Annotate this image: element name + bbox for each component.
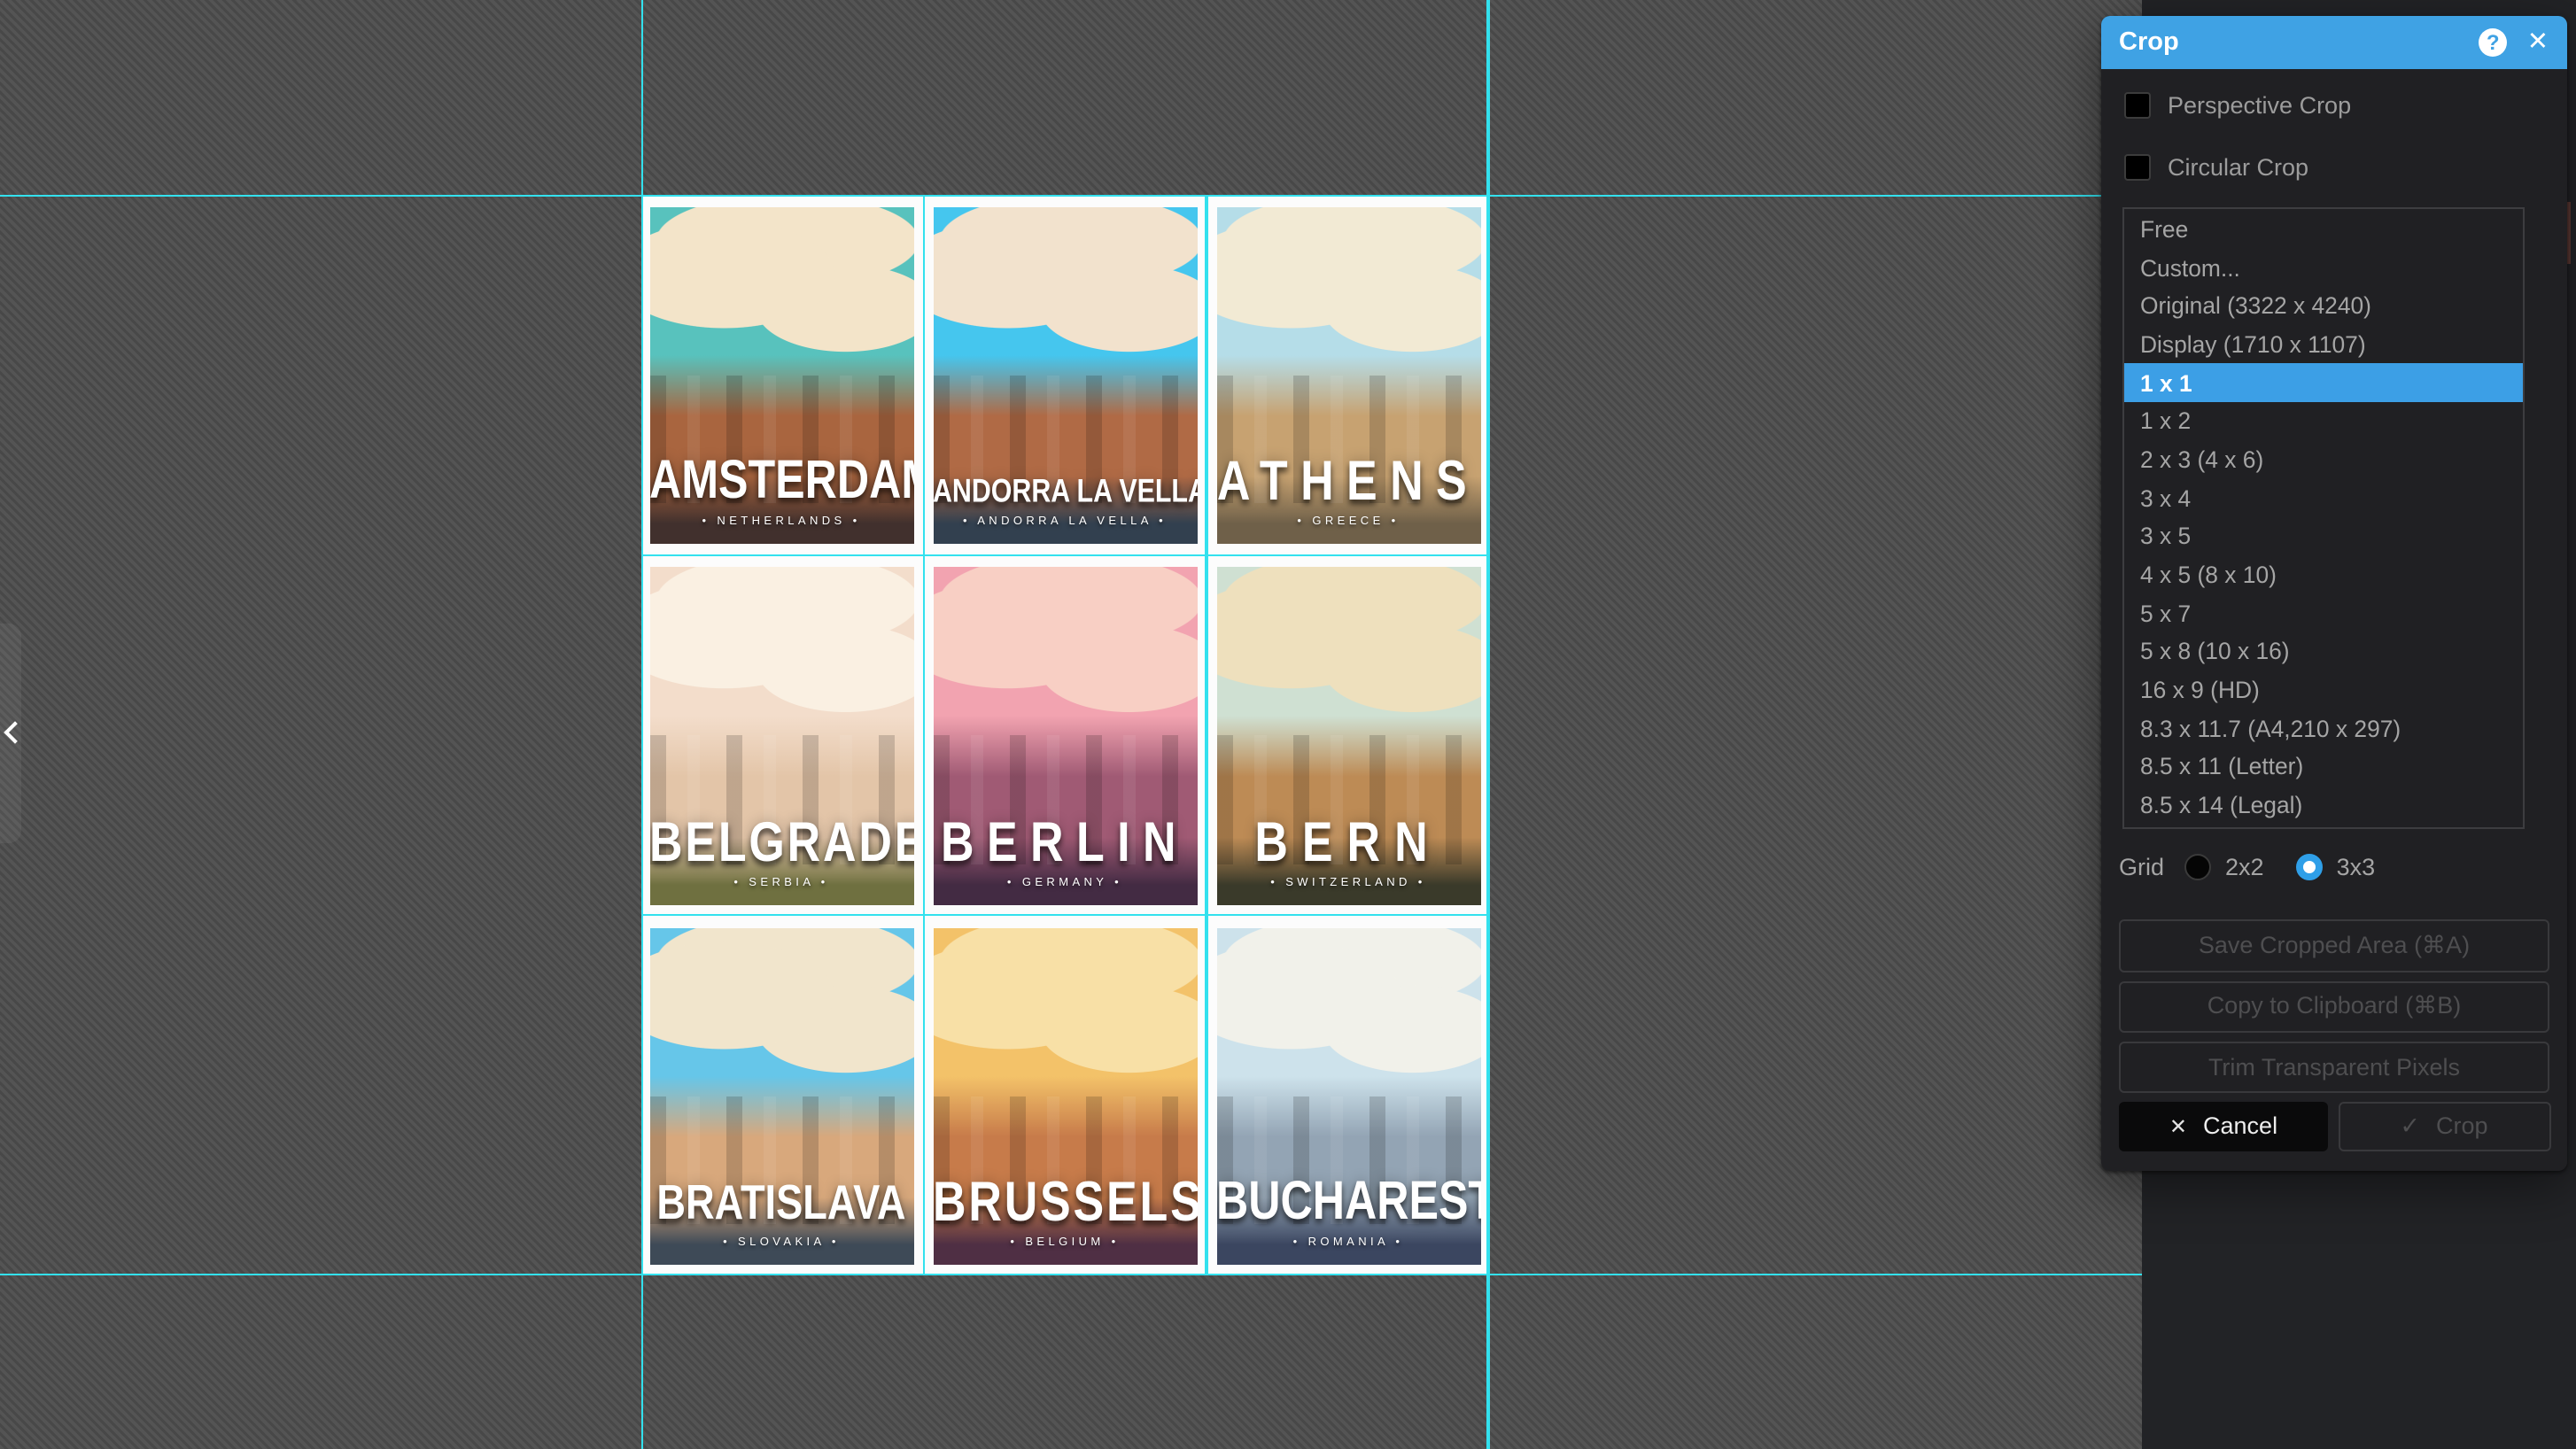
close-icon: ✕ (2527, 27, 2549, 56)
poster-label: ATHENS • GREECE • (1216, 462, 1480, 528)
ratio-item-a4[interactable]: 8.3 x 11.7 (A4,210 x 297) (2124, 709, 2523, 748)
ratio-item-3x4[interactable]: 3 x 4 (2124, 479, 2523, 517)
checkbox-unchecked-icon[interactable] (2124, 155, 2150, 181)
grid-2x2-label[interactable]: 2x2 (2225, 853, 2264, 879)
scroll-indicator (2568, 201, 2571, 263)
thirds-guide-horizontal-2 (642, 914, 1488, 917)
trim-transparent-pixels-button[interactable]: Trim Transparent Pixels (2119, 1041, 2549, 1093)
panel-title: Crop (2119, 28, 2179, 57)
poster-city-title: AMSTERDAM (649, 454, 913, 508)
ratio-item-16x9[interactable]: 16 x 9 (HD) (2124, 671, 2523, 709)
circular-crop-label: Circular Crop (2168, 154, 2308, 181)
poster-label: ANDORRA LA VELLA • ANDORRA LA VELLA • (933, 482, 1197, 528)
thirds-guide-vertical-1 (923, 196, 926, 1275)
aspect-ratio-list: Free Custom... Original (3322 x 4240) Di… (2122, 206, 2525, 828)
save-cropped-area-button[interactable]: Save Cropped Area (⌘A) (2119, 919, 2549, 972)
ratio-item-4x5[interactable]: 4 x 5 (8 x 10) (2124, 555, 2523, 593)
ratio-item-legal[interactable]: 8.5 x 14 (Legal) (2124, 786, 2523, 825)
thirds-guide-vertical-2 (1206, 196, 1208, 1275)
crop-button-label: Crop (2436, 1113, 2488, 1140)
crop-edge-guide-bottom[interactable] (0, 1273, 2141, 1275)
poster-country: • SLOVAKIA • (649, 1236, 913, 1249)
ratio-item-original[interactable]: Original (3322 x 4240) (2124, 287, 2523, 325)
copy-to-clipboard-button[interactable]: Copy to Clipboard (⌘B) (2119, 980, 2549, 1033)
crop-region[interactable]: AMSTERDAM • NETHERLANDS • ANDORRA LA VEL… (642, 196, 1488, 1275)
ratio-item-3x5[interactable]: 3 x 5 (2124, 517, 2523, 555)
perspective-crop-checkbox-row[interactable]: Perspective Crop (2124, 92, 2351, 119)
poster-city-title: BRATISLAVA (649, 1181, 913, 1229)
poster-city-title: BERLIN (933, 813, 1197, 869)
ratio-item-display[interactable]: Display (1710 x 1107) (2124, 325, 2523, 363)
crop-edge-guide-right[interactable] (1487, 0, 1490, 1449)
poster-city-title: ATHENS (1216, 453, 1480, 508)
poster-label: BRUSSELS • BELGIUM • (933, 1183, 1197, 1249)
poster-country: • ANDORRA LA VELLA • (933, 515, 1197, 528)
poster-label: BERN • SWITZERLAND • (1216, 823, 1480, 888)
ratio-item-2x3[interactable]: 2 x 3 (4 x 6) (2124, 440, 2523, 478)
ratio-item-1x2[interactable]: 1 x 2 (2124, 402, 2523, 440)
grid-3x3-label[interactable]: 3x3 (2337, 853, 2376, 879)
screenshot-viewport: AMSTERDAM • NETHERLANDS • ANDORRA LA VEL… (0, 0, 2576, 1449)
crop-panel: Crop ? ✕ Perspective Crop Circular Crop … (2101, 16, 2566, 1171)
ratio-item-5x7[interactable]: 5 x 7 (2124, 594, 2523, 632)
poster-tile-berlin: BERLIN • GERMANY • (933, 567, 1197, 904)
poster-tile-brussels: BRUSSELS • BELGIUM • (933, 927, 1197, 1265)
poster-label: BELGRADE • SERBIA • (649, 823, 913, 888)
crop-button[interactable]: ✓ Crop (2338, 1101, 2550, 1151)
close-panel-button[interactable]: ✕ (2527, 29, 2549, 55)
grid-label: Grid (2119, 853, 2184, 879)
poster-country: • NETHERLANDS • (649, 515, 913, 528)
poster-city-title: BUCHAREST (1216, 1175, 1480, 1229)
poster-city-title: BELGRADE (649, 813, 913, 869)
poster-label: AMSTERDAM • NETHERLANDS • (649, 464, 913, 528)
thirds-guide-horizontal-1 (642, 554, 1488, 557)
poster-country: • GREECE • (1216, 515, 1480, 528)
poster-label: BERLIN • GERMANY • (933, 823, 1197, 888)
poster-city-title: BERN (1216, 813, 1480, 869)
poster-tile-bucharest: BUCHAREST • ROMANIA • (1216, 927, 1480, 1265)
help-button[interactable]: ? (2479, 27, 2508, 57)
poster-label: BRATISLAVA • SLOVAKIA • (649, 1189, 913, 1249)
poster-country: • BELGIUM • (933, 1236, 1197, 1249)
perspective-crop-label: Perspective Crop (2168, 92, 2351, 119)
poster-city-title: ANDORRA LA VELLA (933, 476, 1197, 508)
crop-panel-header: Crop ? ✕ (2101, 16, 2566, 68)
ratio-item-1x1-selected[interactable]: 1 x 1 (2124, 364, 2523, 402)
question-mark-icon: ? (2487, 30, 2500, 55)
poster-tile-bern: BERN • SWITZERLAND • (1216, 567, 1480, 904)
poster-tile-athens: ATHENS • GREECE • (1216, 206, 1480, 544)
poster-country: • SERBIA • (649, 876, 913, 888)
cancel-button-label: Cancel (2203, 1113, 2277, 1140)
poster-country: • SWITZERLAND • (1216, 876, 1480, 888)
ratio-item-free[interactable]: Free (2124, 210, 2523, 248)
ratio-item-custom[interactable]: Custom... (2124, 248, 2523, 286)
ratio-item-5x8[interactable]: 5 x 8 (10 x 16) (2124, 632, 2523, 670)
x-icon: ✕ (2169, 1114, 2187, 1139)
app-window: AMSTERDAM • NETHERLANDS • ANDORRA LA VEL… (0, 0, 2576, 1449)
checkmark-icon: ✓ (2400, 1112, 2420, 1141)
poster-tile-bratislava: BRATISLAVA • SLOVAKIA • (649, 927, 913, 1265)
checkbox-unchecked-icon[interactable] (2124, 93, 2150, 119)
cancel-button[interactable]: ✕ Cancel (2119, 1101, 2328, 1151)
crop-edge-guide-top[interactable] (0, 195, 2141, 198)
circular-crop-checkbox-row[interactable]: Circular Crop (2124, 154, 2308, 181)
crop-edge-guide-left[interactable] (640, 0, 643, 1449)
radio-2x2-unselected[interactable] (2184, 853, 2211, 879)
ratio-item-letter[interactable]: 8.5 x 11 (Letter) (2124, 748, 2523, 786)
grid-options-row: Grid 2x2 3x3 (2119, 850, 2375, 882)
poster-country: • GERMANY • (933, 876, 1197, 888)
poster-tile-amsterdam: AMSTERDAM • NETHERLANDS • (649, 206, 913, 544)
sidebar-collapse-button[interactable] (2, 717, 27, 749)
radio-3x3-selected[interactable] (2296, 853, 2323, 879)
poster-tile-andorra-la-vella: ANDORRA LA VELLA • ANDORRA LA VELLA • (933, 206, 1197, 544)
poster-label: BUCHAREST • ROMANIA • (1216, 1185, 1480, 1249)
poster-country: • ROMANIA • (1216, 1236, 1480, 1249)
chevron-left-icon (4, 721, 26, 743)
poster-tile-belgrade: BELGRADE • SERBIA • (649, 567, 913, 904)
poster-city-title: BRUSSELS (933, 1174, 1197, 1229)
